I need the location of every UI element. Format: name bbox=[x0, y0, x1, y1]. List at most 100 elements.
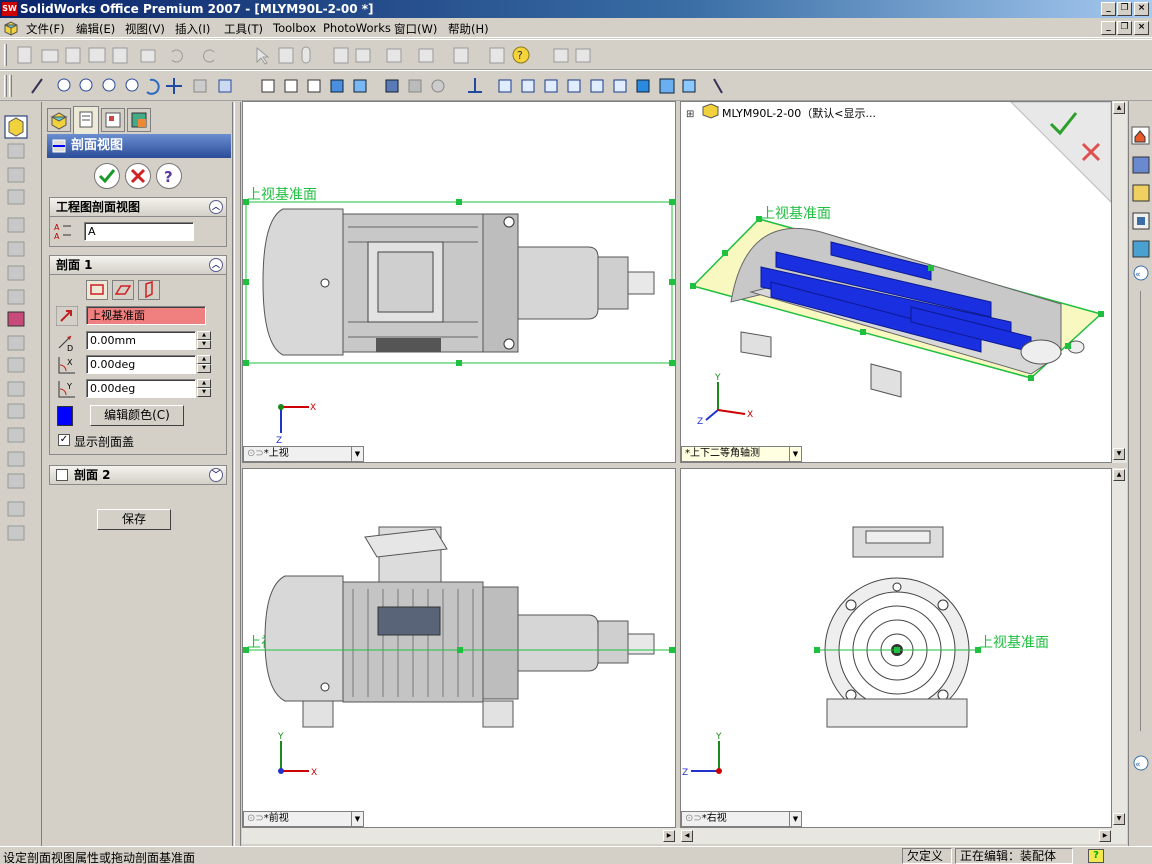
menu-insert[interactable]: 插入(I) bbox=[175, 21, 210, 37]
status-edit-mode: 正在编辑：装配体 bbox=[955, 848, 1073, 864]
dropdown-arrow-icon[interactable]: ▼ bbox=[351, 447, 363, 461]
doc-restore-button[interactable]: ❐ bbox=[1117, 21, 1132, 35]
y-rotation-spinner[interactable]: ▲ ▼ bbox=[197, 379, 211, 398]
section-color-swatch[interactable] bbox=[57, 406, 73, 426]
edit-color-button[interactable]: 编辑颜色(C) bbox=[90, 405, 184, 426]
offset-distance-input[interactable]: 0.00mm bbox=[86, 331, 196, 350]
toolbar-grip[interactable] bbox=[4, 44, 7, 66]
section-name-input[interactable]: A bbox=[84, 222, 194, 241]
view-name-tab-front[interactable]: ⊙⊃*前视 ▼ bbox=[243, 811, 364, 827]
group-section2-header[interactable]: 剖面 2 ﹀ bbox=[49, 465, 227, 485]
menu-edit[interactable]: 编辑(E) bbox=[76, 21, 115, 37]
doc-minimize-button[interactable]: _ bbox=[1101, 21, 1116, 35]
ok-button[interactable] bbox=[94, 163, 120, 189]
section-plane-field[interactable]: 上视基准面 bbox=[86, 306, 206, 325]
viewport-right[interactable]: 上视基准面 Y Z ⊙⊃*右视 ▼ bbox=[680, 468, 1112, 828]
plane-right-button[interactable] bbox=[138, 280, 160, 300]
plane-label: 上视基准面 bbox=[247, 186, 317, 203]
reverse-direction-icon[interactable] bbox=[56, 306, 78, 326]
group-drawing-section-header[interactable]: 工程图剖面视图 ︿ bbox=[49, 197, 227, 217]
svg-text:A: A bbox=[54, 232, 60, 241]
viewport-front[interactable]: 上视基准面 Y X ⊙⊃*前视 ▼ bbox=[242, 468, 676, 828]
view-name-tab-right[interactable]: ⊙⊃*右视 ▼ bbox=[681, 811, 802, 827]
x-rotation-input[interactable]: 0.00deg bbox=[86, 355, 196, 374]
menu-view[interactable]: 视图(V) bbox=[125, 21, 165, 37]
view-name-tab-top[interactable]: ⊙⊃*上视 ▼ bbox=[243, 446, 364, 462]
plane-front-button[interactable] bbox=[86, 280, 108, 300]
viewport-isometric[interactable]: ⊞ MLYM90L-2-00（默认<显示... 上视基准面 Y X Z *上下二… bbox=[680, 101, 1112, 463]
view-name-tab-iso[interactable]: *上下二等角轴测 ▼ bbox=[681, 446, 802, 462]
cancel-button[interactable] bbox=[125, 163, 151, 189]
group-drawing-section-body: AA A bbox=[49, 217, 227, 247]
show-cap-checkbox[interactable]: ✓ bbox=[58, 434, 70, 446]
menu-toolbox[interactable]: Toolbox bbox=[273, 21, 316, 35]
scroll-down-icon[interactable]: ▼ bbox=[1113, 813, 1125, 825]
pm-title: 剖面视图 bbox=[71, 138, 124, 153]
scroll-up-icon[interactable]: ▲ bbox=[1113, 469, 1125, 481]
menu-help[interactable]: 帮助(H) bbox=[448, 21, 489, 37]
plane-top-button[interactable] bbox=[112, 280, 134, 300]
svg-text:?: ? bbox=[164, 168, 173, 186]
offset-distance-icon: D bbox=[58, 335, 73, 352]
axis-y-label: Y bbox=[714, 373, 721, 383]
svg-text:A: A bbox=[54, 223, 60, 232]
axis-z-label: Z bbox=[682, 768, 688, 778]
scroll-down-icon[interactable]: ▼ bbox=[1113, 448, 1125, 460]
status-message: 设定剖面视图属性或拖动剖面基准面 bbox=[3, 851, 196, 864]
menu-file[interactable]: 文件(F) bbox=[26, 21, 65, 37]
document-icon[interactable] bbox=[3, 20, 19, 36]
view-name-top: *上视 bbox=[263, 448, 289, 459]
offset-distance-spinner[interactable]: ▲ ▼ bbox=[197, 331, 211, 350]
axis-y-label: Y bbox=[715, 732, 722, 742]
horizontal-scrollbar[interactable]: ▶ ◀ ▶ bbox=[242, 828, 1127, 844]
save-button[interactable]: 保存 bbox=[97, 509, 171, 530]
toolbar-grip-3[interactable] bbox=[9, 75, 12, 97]
group-section2-title: 剖面 2 bbox=[74, 468, 111, 482]
view-name-iso: *上下二等角轴测 bbox=[685, 448, 760, 459]
viewport-top[interactable]: 上视基准面 X Z ⊙⊃*上视 ▼ bbox=[242, 101, 676, 463]
menu-window[interactable]: 窗口(W) bbox=[394, 21, 437, 37]
tab-feature-manager[interactable] bbox=[47, 108, 71, 132]
scroll-left-icon[interactable]: ◀ bbox=[681, 830, 693, 842]
expand-chevron-icon[interactable]: ﹀ bbox=[209, 468, 223, 482]
scroll-right-icon[interactable]: ▶ bbox=[1099, 830, 1111, 842]
close-button[interactable]: × bbox=[1134, 2, 1149, 16]
scroll-right-icon[interactable]: ▶ bbox=[663, 830, 675, 842]
help-button[interactable]: ? bbox=[156, 163, 182, 189]
status-help-icon[interactable]: ? bbox=[1088, 849, 1104, 863]
status-bar: 设定剖面视图属性或拖动剖面基准面 欠定义 正在编辑：装配体 ? bbox=[0, 846, 1152, 864]
x-rotation-spinner[interactable]: ▲ ▼ bbox=[197, 355, 211, 374]
dropdown-arrow-icon[interactable]: ▼ bbox=[789, 447, 801, 461]
plane-label: 上视基准面 bbox=[979, 634, 1049, 651]
view-name-front: *前视 bbox=[263, 813, 289, 824]
section2-checkbox[interactable] bbox=[56, 469, 68, 481]
svg-text:X: X bbox=[67, 358, 73, 367]
dropdown-arrow-icon[interactable]: ▼ bbox=[789, 812, 801, 826]
collapse-chevron-icon[interactable]: ︿ bbox=[209, 200, 223, 214]
doc-close-button[interactable]: × bbox=[1134, 21, 1149, 35]
group-section1-header[interactable]: 剖面 1 ︿ bbox=[49, 255, 227, 275]
status-definition: 欠定义 bbox=[902, 848, 952, 864]
toolbar-grip-2[interactable] bbox=[4, 75, 7, 97]
right-vertical-scrollbar[interactable]: ▲ ▼ bbox=[1112, 468, 1127, 828]
tab-display-manager[interactable] bbox=[127, 108, 151, 132]
tab-property-manager[interactable] bbox=[73, 106, 99, 134]
property-manager-panel: 剖面视图 ? 工程图剖面视图 ︿ AA A 剖面 1 ︿ 上视基准面 D 0.0… bbox=[43, 102, 233, 846]
scroll-up-icon[interactable]: ▲ bbox=[1113, 102, 1125, 114]
feature-tree-root[interactable]: MLYM90L-2-00（默认<显示... bbox=[722, 107, 876, 120]
svg-text:«: « bbox=[1135, 270, 1141, 280]
dropdown-arrow-icon[interactable]: ▼ bbox=[351, 812, 363, 826]
y-rotation-input[interactable]: 0.00deg bbox=[86, 379, 196, 398]
iso-vertical-scrollbar[interactable]: ▲ ▼ bbox=[1112, 101, 1127, 463]
panel-splitter[interactable] bbox=[234, 102, 241, 846]
right-view-model: 上视基准面 Y Z bbox=[682, 526, 1049, 778]
tab-configuration-manager[interactable] bbox=[101, 108, 125, 132]
plane-label: 上视基准面 bbox=[761, 205, 831, 222]
collapse-chevron-icon[interactable]: ︿ bbox=[209, 258, 223, 272]
menu-photoworks[interactable]: PhotoWorks bbox=[323, 21, 391, 35]
minimize-button[interactable]: _ bbox=[1101, 2, 1116, 16]
restore-button[interactable]: ❐ bbox=[1117, 2, 1132, 16]
menu-tools[interactable]: 工具(T) bbox=[224, 21, 263, 37]
view-toolbar bbox=[0, 70, 1152, 101]
standard-toolbar: ? bbox=[0, 39, 1152, 70]
